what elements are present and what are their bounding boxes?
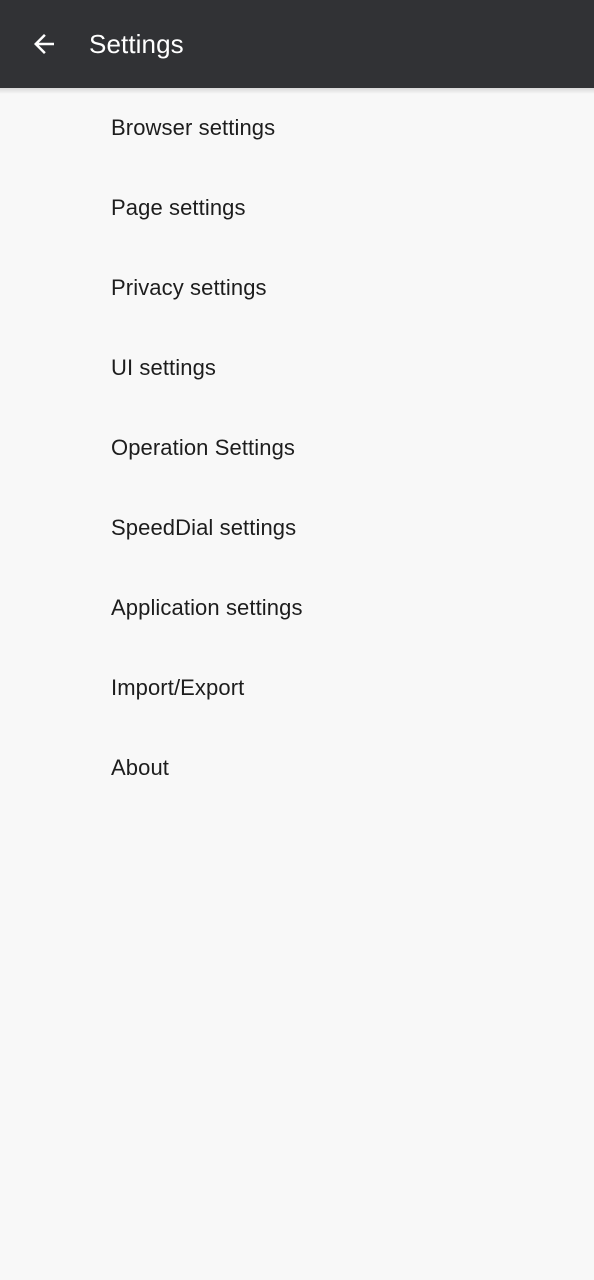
- settings-list: Browser settings Page settings Privacy s…: [0, 88, 594, 1280]
- app-bar: Settings: [0, 0, 594, 88]
- list-item-label: Browser settings: [111, 115, 276, 140]
- settings-item-privacy-settings[interactable]: Privacy settings: [0, 248, 594, 328]
- settings-item-page-settings[interactable]: Page settings: [0, 168, 594, 248]
- list-item-label: UI settings: [111, 355, 217, 380]
- list-item-label: About: [111, 755, 169, 780]
- settings-item-import-export[interactable]: Import/Export: [0, 648, 594, 728]
- list-item-label: Application settings: [111, 595, 303, 620]
- settings-item-about[interactable]: About: [0, 728, 594, 808]
- settings-item-speeddial-settings[interactable]: SpeedDial settings: [0, 488, 594, 568]
- list-item-label: Operation Settings: [111, 435, 296, 460]
- settings-screen: Settings Browser settings Page settings …: [0, 0, 594, 1280]
- arrow-left-icon: [29, 29, 59, 59]
- list-item-label: Page settings: [111, 195, 246, 220]
- page-title: Settings: [89, 29, 184, 59]
- settings-item-ui-settings[interactable]: UI settings: [0, 328, 594, 408]
- list-item-label: SpeedDial settings: [111, 515, 297, 540]
- settings-item-operation-settings[interactable]: Operation Settings: [0, 408, 594, 488]
- list-item-label: Privacy settings: [111, 275, 267, 300]
- settings-item-browser-settings[interactable]: Browser settings: [0, 88, 594, 168]
- settings-item-application-settings[interactable]: Application settings: [0, 568, 594, 648]
- back-button[interactable]: [22, 22, 66, 66]
- list-item-label: Import/Export: [111, 675, 245, 700]
